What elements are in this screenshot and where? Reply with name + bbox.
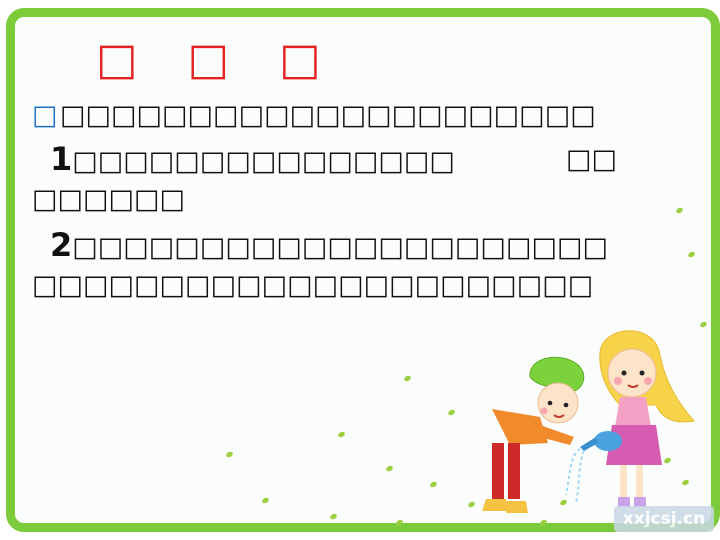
text-line-2-b: □□: [566, 144, 618, 175]
watermark-logo: xxjcsj.cn: [614, 506, 714, 532]
text-line-4-a: □□□□□□□□□□□□□□□□□□□□□: [72, 232, 608, 263]
slide-title: □ □ □: [96, 34, 339, 85]
text-line-5: □□□□□□□□□□□□□□□□□□□□□□: [32, 270, 594, 301]
bullet-square-icon: □: [32, 100, 58, 131]
kids-watering-illustration: [482, 330, 695, 513]
item-number-2: 2: [50, 226, 73, 264]
text-line-2-a: □□□□□□□□□□□□□□□: [72, 146, 455, 177]
text-line-1: □□□□□□□□□□□□□□□□□□□□□: [60, 100, 596, 131]
text-line-3: □□□□□□: [32, 184, 186, 215]
text-line-2: 1□□□□□□□□□□□□□□□: [50, 140, 455, 178]
item-number-1: 1: [50, 140, 73, 178]
text-line-4: 2□□□□□□□□□□□□□□□□□□□□□: [50, 226, 608, 264]
